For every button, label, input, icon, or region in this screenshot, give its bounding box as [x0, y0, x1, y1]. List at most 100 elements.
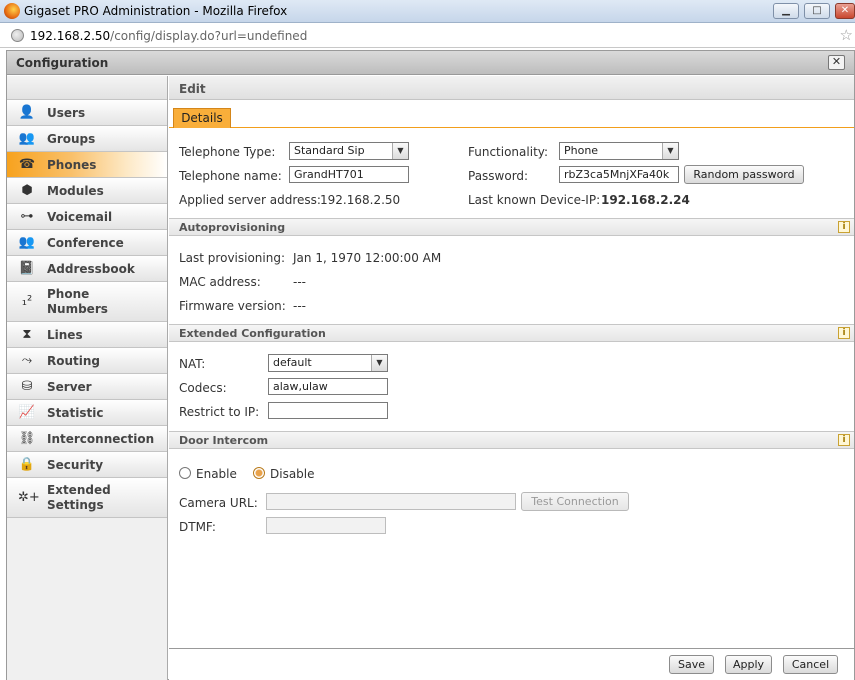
disable-radio[interactable] [253, 467, 265, 479]
door-intercom-header: Door Intercom i [169, 431, 854, 449]
sidebar-item-label: Statistic [47, 406, 104, 420]
sidebar-item-label: Server [47, 380, 92, 394]
apply-button[interactable]: Apply [725, 655, 772, 674]
door-intercom-title: Door Intercom [179, 434, 269, 447]
functionality-label: Functionality: [468, 145, 549, 159]
group-icon: 👥 [18, 131, 36, 146]
firmware-version-value: --- [293, 299, 306, 313]
cancel-button[interactable]: Cancel [783, 655, 838, 674]
sidebar-item-routing[interactable]: ⤳ Routing [7, 348, 167, 374]
firmware-version-label: Firmware version: [179, 299, 286, 313]
info-icon[interactable]: i [838, 221, 850, 233]
tab-details[interactable]: Details [173, 108, 231, 128]
lock-icon: 🔒 [18, 457, 36, 472]
sidebar-item-groups[interactable]: 👥 Groups [7, 126, 167, 152]
test-connection-button[interactable]: Test Connection [521, 492, 629, 511]
functionality-select[interactable]: Phone ▼ [559, 142, 679, 160]
functionality-value: Phone [564, 144, 599, 157]
dialog-footer: Save Apply Cancel [169, 648, 854, 680]
address-url[interactable]: 192.168.2.50/config/display.do?url=undef… [30, 29, 307, 43]
applied-server-value: 192.168.2.50 [320, 193, 401, 207]
codecs-input[interactable]: alaw,ulaw [268, 378, 388, 395]
dialog-close-button[interactable]: ✕ [828, 55, 845, 70]
tab-bar: Details [169, 101, 854, 128]
module-icon: ⬢ [21, 183, 33, 198]
codecs-label: Codecs: [179, 381, 227, 395]
sidebar: 👤 Users 👥 Groups ☎ Phones ⬢ Modules ⊶ Vo… [7, 76, 168, 680]
extended-configuration-header: Extended Configuration i [169, 324, 854, 342]
sidebar-header [7, 76, 167, 100]
chevron-down-icon: ▼ [371, 355, 387, 371]
dialog-header: Configuration ✕ [7, 51, 854, 75]
conference-icon: 👥 [18, 235, 36, 250]
minimize-button[interactable]: ▁ [773, 3, 799, 19]
info-icon[interactable]: i [838, 327, 850, 339]
telephone-type-select[interactable]: Standard Sip ▼ [289, 142, 409, 160]
restrict-to-ip-label: Restrict to IP: [179, 405, 260, 419]
sidebar-item-addressbook[interactable]: 📓 Addressbook [7, 256, 167, 282]
close-window-button[interactable]: ✕ [835, 3, 855, 19]
telephone-type-label: Telephone Type: [179, 145, 276, 159]
camera-url-input[interactable] [266, 493, 516, 510]
statistic-icon: 📈 [18, 405, 36, 420]
sidebar-item-label: Users [47, 106, 86, 120]
last-device-ip-label: Last known Device-IP: [468, 193, 601, 207]
sidebar-item-server[interactable]: ⛁ Server [7, 374, 167, 400]
info-icon[interactable]: i [838, 434, 850, 446]
sidebar-item-label: Security [47, 458, 104, 472]
nat-select[interactable]: default ▼ [268, 354, 388, 372]
dtmf-label: DTMF: [179, 520, 216, 534]
camera-url-label: Camera URL: [179, 496, 258, 510]
password-input[interactable]: rbZ3ca5MnjXFa40k [559, 166, 679, 183]
server-icon: ⛁ [21, 379, 33, 394]
bookmark-star-icon[interactable]: ☆ [840, 26, 853, 44]
sidebar-item-modules[interactable]: ⬢ Modules [7, 178, 167, 204]
sidebar-item-label: Addressbook [47, 262, 135, 276]
edit-panel: Edit Details Telephone Type: Standard Si… [169, 76, 854, 680]
sidebar-item-users[interactable]: 👤 Users [7, 100, 167, 126]
dtmf-input[interactable] [266, 517, 386, 534]
firefox-icon [4, 3, 20, 19]
restrict-to-ip-input[interactable] [268, 402, 388, 419]
mac-address-label: MAC address: [179, 275, 261, 289]
address-bar[interactable]: 192.168.2.50/config/display.do?url=undef… [0, 23, 855, 48]
user-icon: 👤 [18, 105, 36, 120]
sidebar-item-conference[interactable]: 👥 Conference [7, 230, 167, 256]
url-host: 192.168.2.50 [30, 29, 111, 43]
last-provisioning-value: Jan 1, 1970 12:00:00 AM [293, 251, 442, 265]
sidebar-item-label: Routing [47, 354, 101, 368]
maximize-button[interactable]: □ [804, 3, 830, 19]
enable-label: Enable [196, 467, 237, 481]
edit-header: Edit [169, 76, 854, 100]
sidebar-item-extended-settings[interactable]: ✲+ Extended Settings [7, 478, 167, 518]
save-button[interactable]: Save [669, 655, 714, 674]
sidebar-item-phones[interactable]: ☎ Phones [7, 152, 167, 178]
sidebar-item-lines[interactable]: ⧗ Lines [7, 322, 167, 348]
autoprovisioning-title: Autoprovisioning [179, 221, 286, 234]
sidebar-item-label: Voicemail [47, 210, 113, 224]
window-title: Gigaset PRO Administration - Mozilla Fir… [24, 4, 288, 18]
sidebar-item-label: Modules [47, 184, 104, 198]
addressbook-icon: 📓 [18, 261, 36, 276]
sidebar-item-security[interactable]: 🔒 Security [7, 452, 167, 478]
sidebar-item-interconnection[interactable]: ⛓ Interconnection [7, 426, 167, 452]
configuration-dialog: Configuration ✕ 👤 Users 👥 Groups ☎ Phone… [6, 50, 855, 680]
sidebar-item-voicemail[interactable]: ⊶ Voicemail [7, 204, 167, 230]
phone-icon: ☎ [18, 157, 36, 172]
interconnection-icon: ⛓ [18, 431, 36, 446]
sidebar-item-phone-numbers[interactable]: ₁² Phone Numbers [7, 282, 167, 322]
last-device-ip-value: 192.168.2.24 [601, 193, 690, 207]
telephone-type-value: Standard Sip [294, 144, 365, 157]
enable-radio[interactable] [179, 467, 191, 479]
extended-settings-icon: ✲+ [18, 490, 40, 505]
sidebar-item-label: Lines [47, 328, 83, 342]
sidebar-item-statistic[interactable]: 📈 Statistic [7, 400, 167, 426]
password-label: Password: [468, 169, 529, 183]
voicemail-icon: ⊶ [20, 209, 34, 224]
dialog-title: Configuration [16, 56, 109, 70]
sidebar-item-label: Phone Numbers [47, 287, 108, 316]
random-password-button[interactable]: Random password [684, 165, 804, 184]
telephone-name-input[interactable]: GrandHT701 [289, 166, 409, 183]
edit-title: Edit [179, 82, 206, 96]
url-path: /config/display.do?url=undefined [110, 29, 308, 43]
